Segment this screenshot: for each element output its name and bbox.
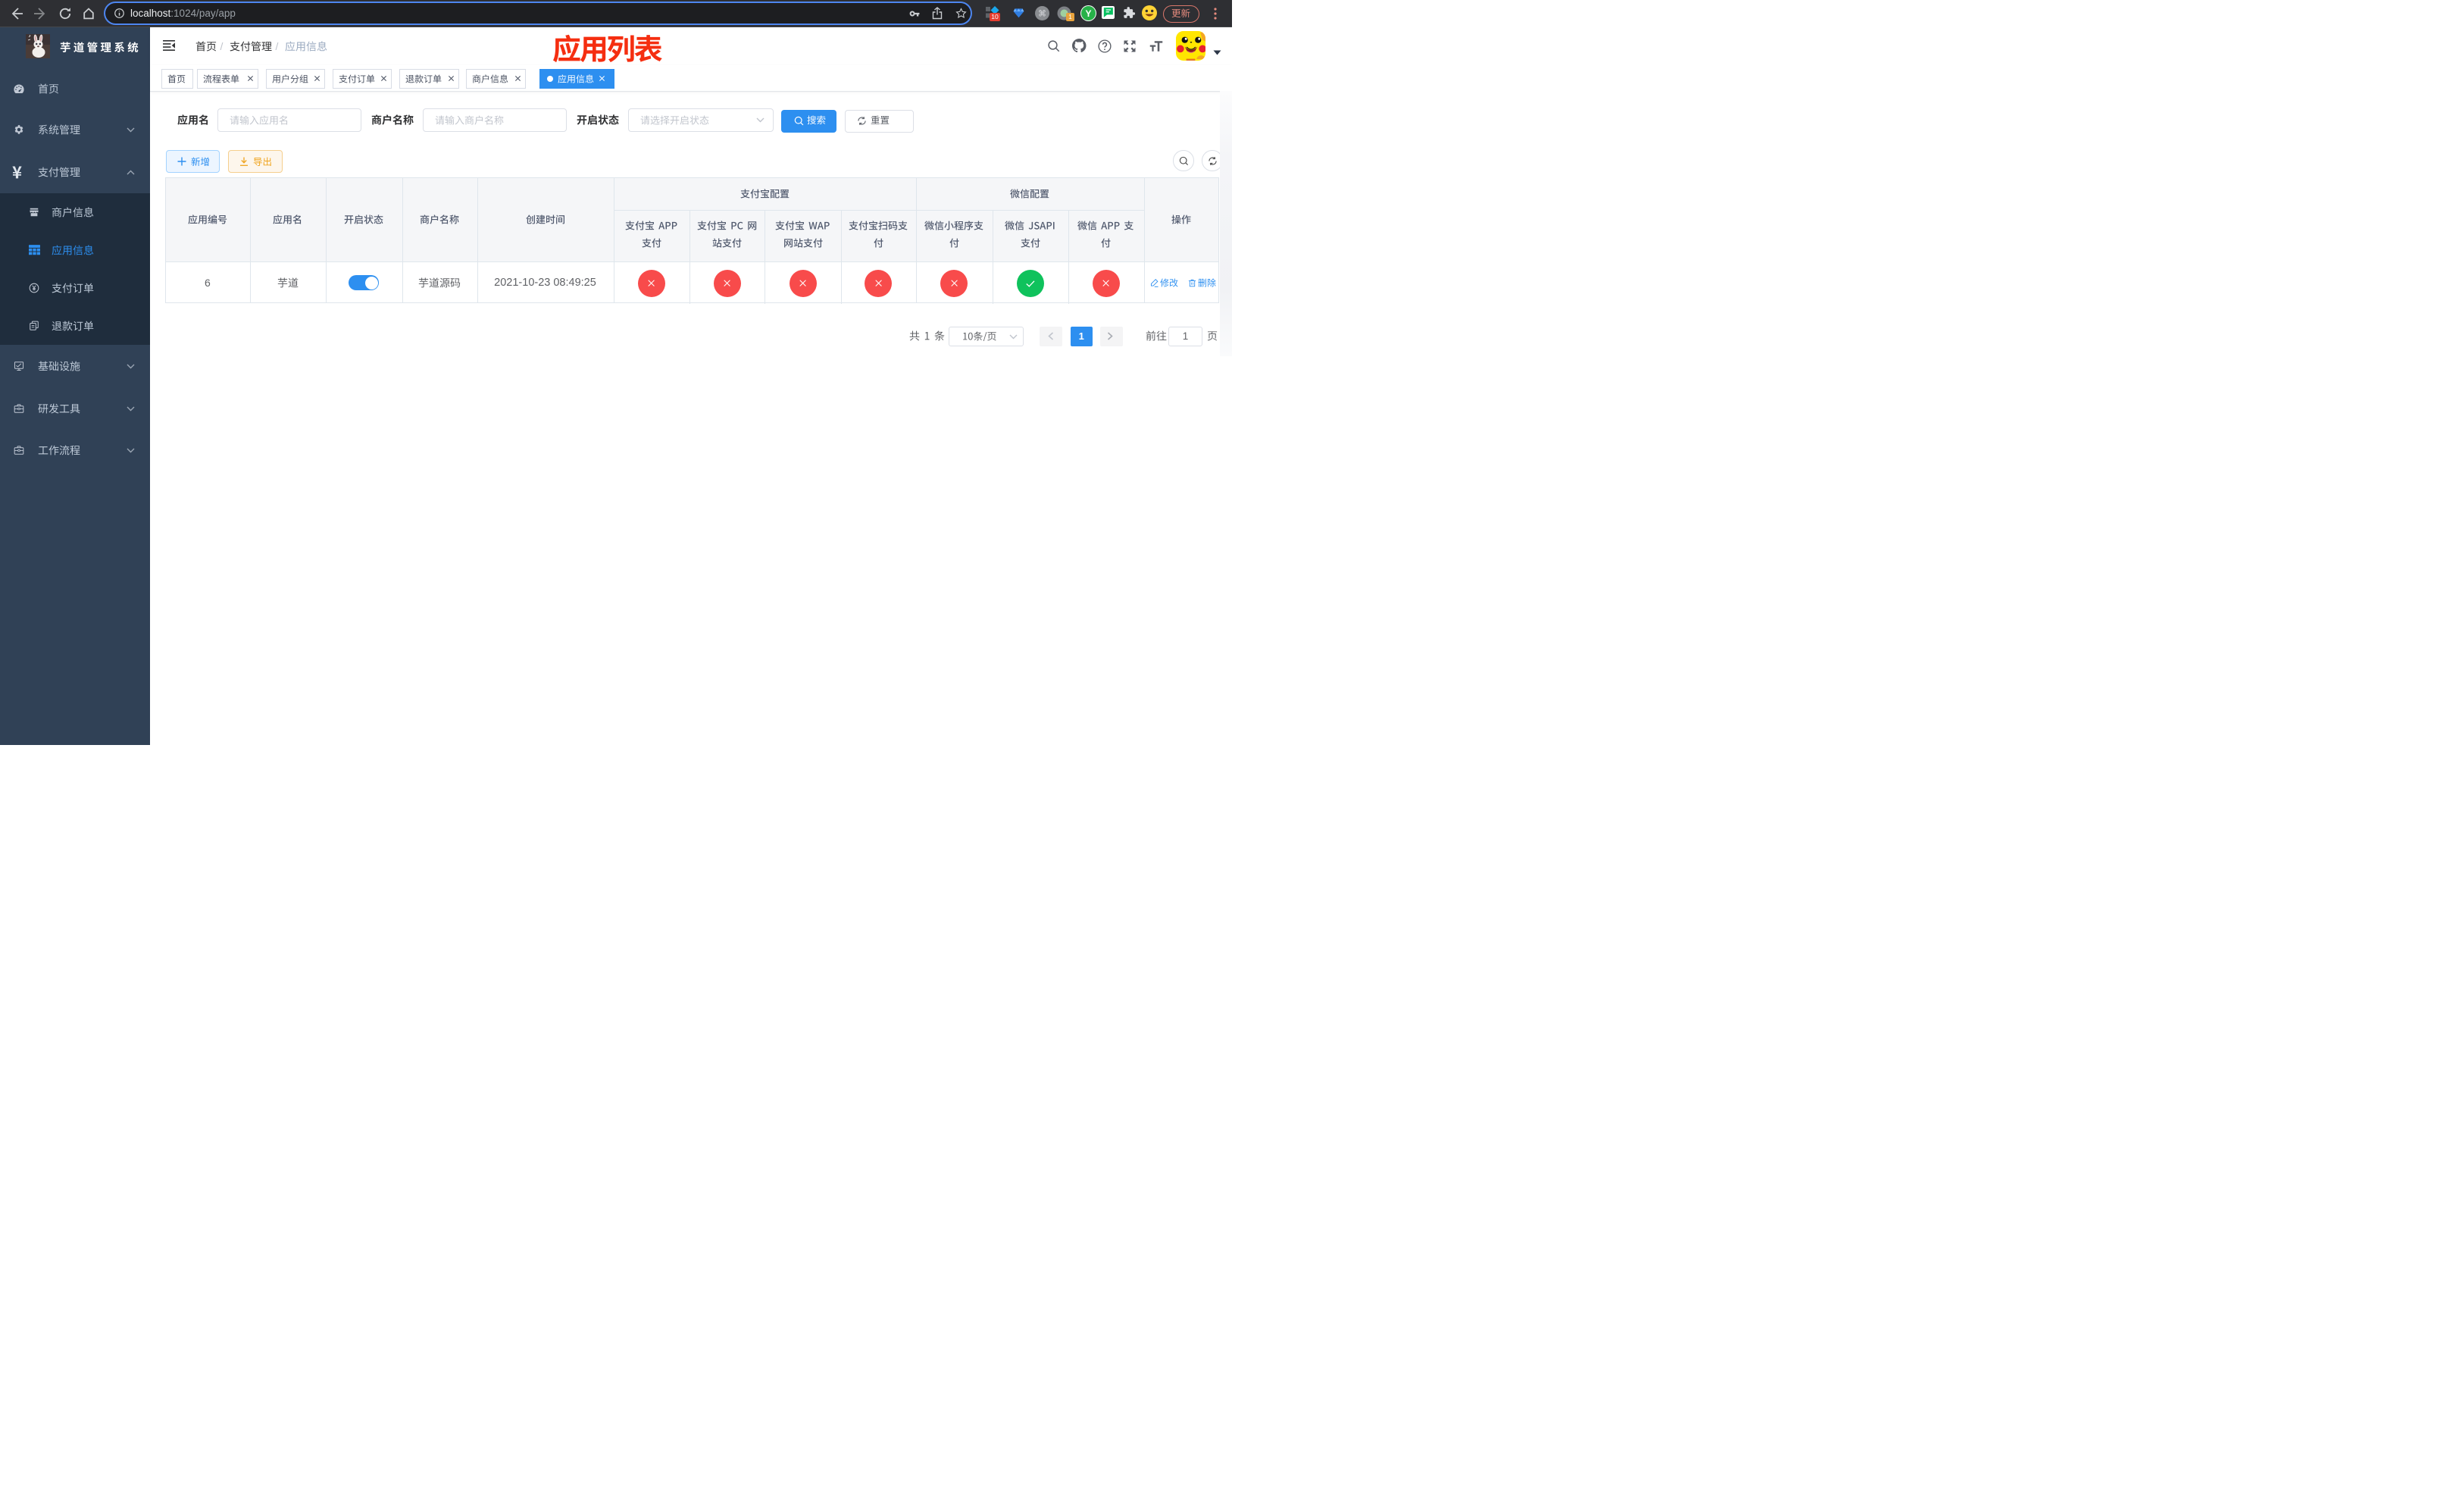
svg-text:⌘: ⌘ [1038, 10, 1046, 19]
svg-text:Y: Y [1085, 8, 1091, 19]
